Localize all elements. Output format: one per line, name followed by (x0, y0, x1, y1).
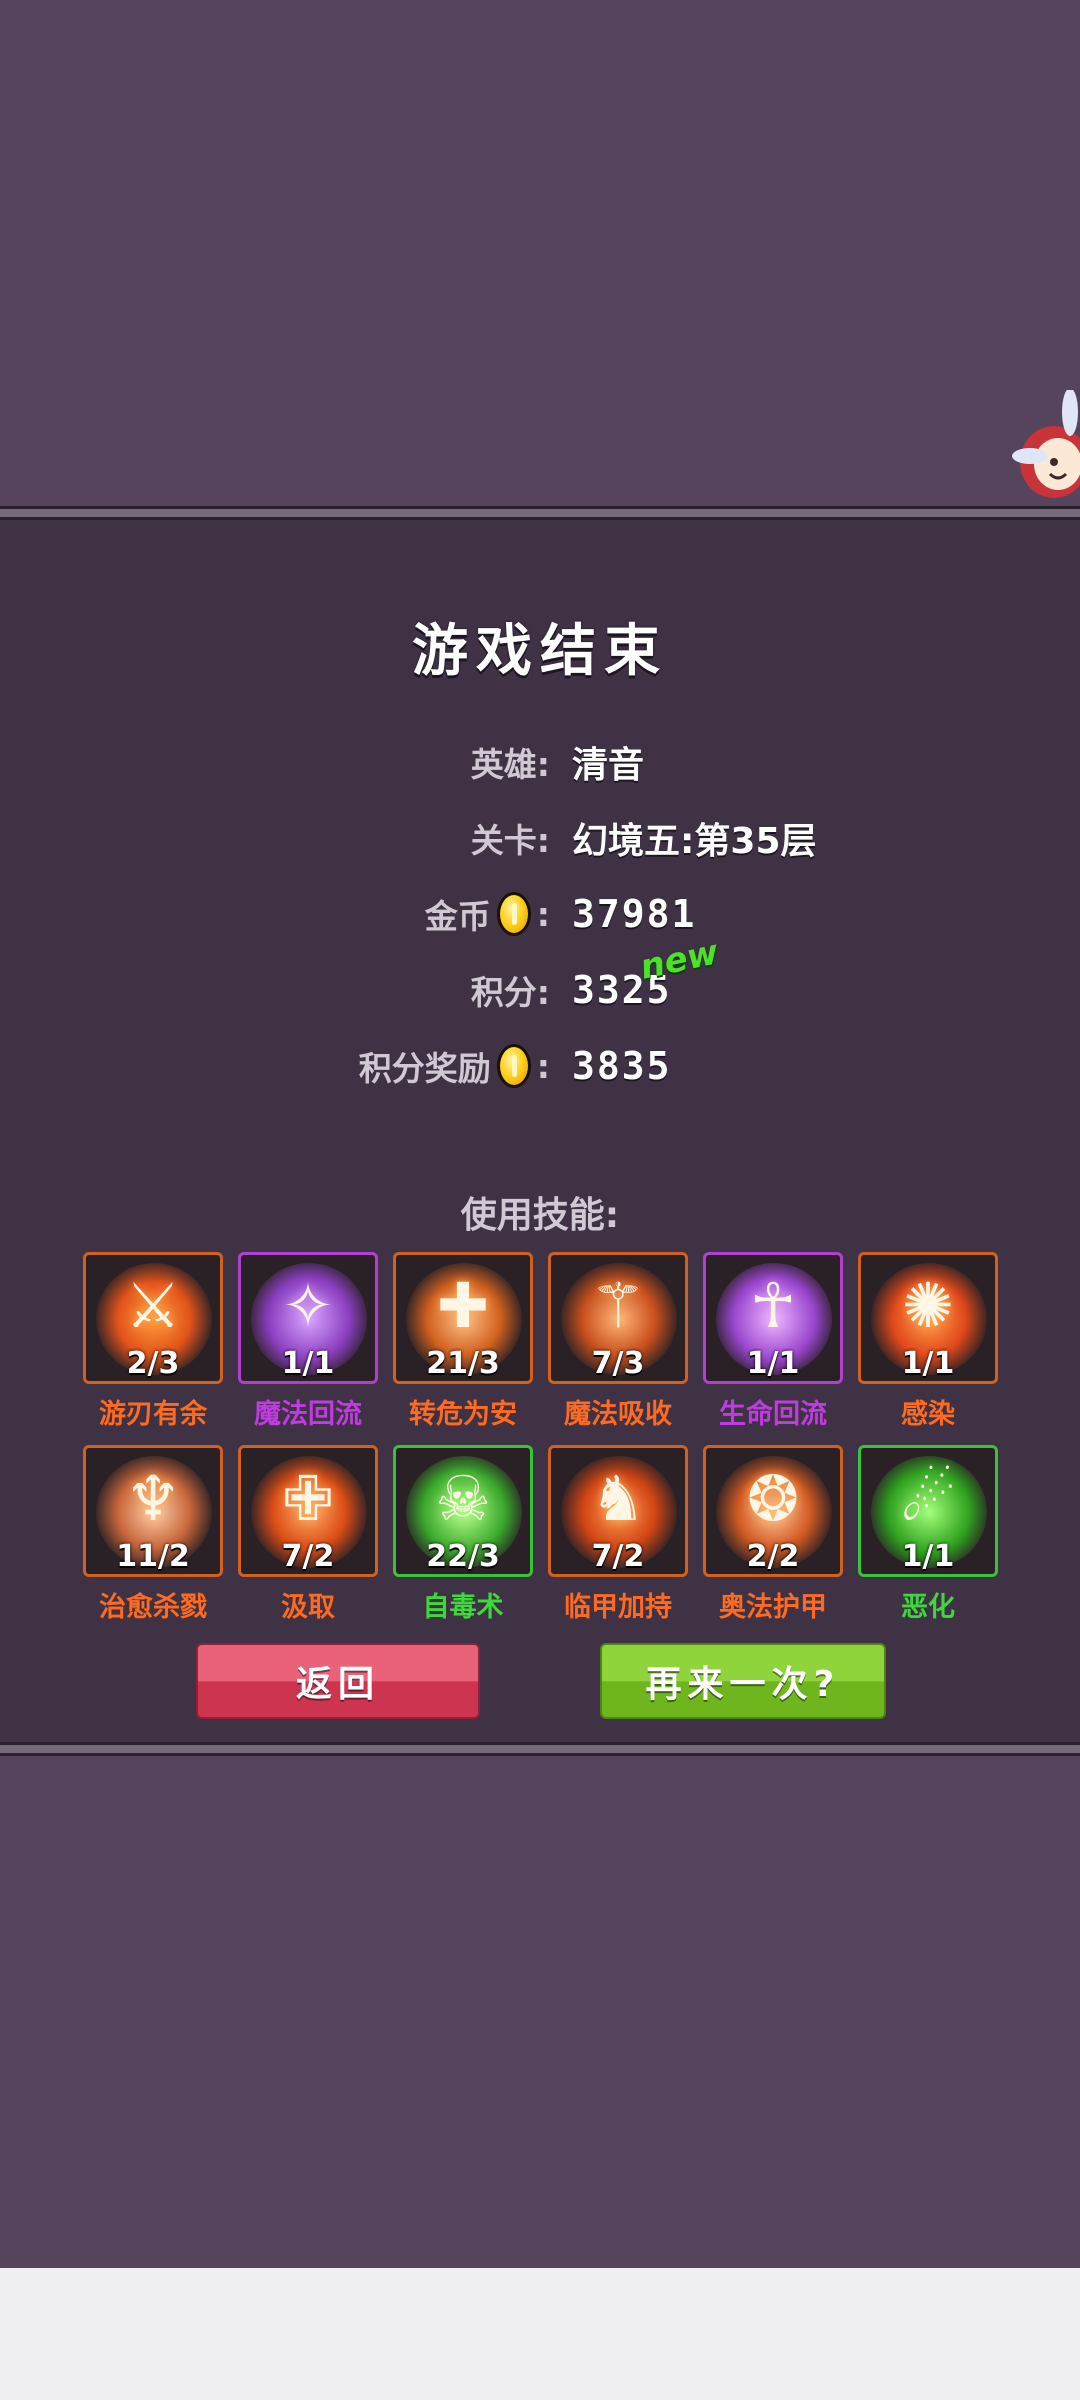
safety-cross-icon: ✚ (437, 1269, 489, 1342)
skill-count: 1/1 (746, 1346, 800, 1381)
skill-name: 魔法吸收 (564, 1399, 672, 1430)
gold-value: 37981 (572, 892, 697, 936)
skill-count: 21/3 (426, 1346, 500, 1381)
skill-item[interactable]: ☠ 22/3 自毒术 (393, 1445, 533, 1625)
hero-label: 英雄: (470, 745, 550, 784)
level-value: 幻境五:第35层 (572, 821, 817, 862)
level-label: 关卡: (470, 821, 550, 860)
magic-flow-icon: ✧ (282, 1269, 334, 1342)
splatter-icon: ✺ (902, 1269, 954, 1342)
skill-count: 7/2 (591, 1539, 645, 1574)
stat-row-hero: 英雄: 清音 (0, 732, 1080, 792)
caduceus-icon: ⚚ (590, 1269, 646, 1342)
skill-count: 1/1 (901, 1346, 955, 1381)
skills-heading: 使用技能: (460, 1195, 620, 1236)
gold-colon: : (536, 894, 550, 934)
skill-item[interactable]: ♞ 7/2 临甲加持 (548, 1445, 688, 1625)
skill-count: 11/2 (116, 1539, 190, 1574)
skill-item[interactable]: ⚚ 7/3 魔法吸收 (548, 1252, 688, 1432)
retry-button[interactable]: 再来一次? (600, 1643, 886, 1719)
back-button[interactable]: 返回 (196, 1643, 480, 1719)
skill-item[interactable]: ☄ 1/1 恶化 (858, 1445, 998, 1625)
skill-count: 1/1 (901, 1539, 955, 1574)
stat-row-gold: 金币 : 37981 (0, 884, 1080, 944)
skill-item[interactable]: ⚔ 2/3 游刃有余 (83, 1252, 223, 1432)
skill-count: 7/2 (281, 1539, 335, 1574)
life-flow-icon: ☥ (749, 1269, 797, 1342)
arcane-shield-icon: ❂ (747, 1462, 799, 1535)
bonus-value: 3835 (572, 1044, 672, 1088)
skill-item[interactable]: ☥ 1/1 生命回流 (703, 1252, 843, 1432)
bonus-coin-icon (496, 1044, 531, 1088)
skill-name: 生命回流 (719, 1399, 827, 1430)
skill-name: 感染 (901, 1399, 955, 1430)
page-title: 游戏结束 (412, 619, 668, 684)
dripping-slime-icon: ☄ (900, 1462, 956, 1535)
skill-name: 奥法护甲 (719, 1592, 827, 1623)
drain-cross-icon: ✙ (282, 1462, 334, 1535)
stat-row-score: 积分: 3325 (0, 960, 1080, 1020)
skill-item[interactable]: ♆ 11/2 治愈杀戮 (83, 1445, 223, 1625)
skill-name: 魔法回流 (254, 1399, 362, 1430)
gold-coin-icon (496, 892, 531, 936)
skill-count: 22/3 (426, 1539, 500, 1574)
panel-top-border (0, 506, 1080, 520)
sword-swirl-icon: ⚔ (125, 1269, 181, 1342)
bonus-colon: : (536, 1046, 550, 1086)
skill-item[interactable]: ✚ 21/3 转危为安 (393, 1252, 533, 1432)
skill-name: 治愈杀戮 (99, 1592, 207, 1623)
skill-count: 2/2 (746, 1539, 800, 1574)
skill-name: 转危为安 (409, 1399, 517, 1430)
skill-count: 2/3 (126, 1346, 180, 1381)
bonus-label-group: 积分奖励 : (359, 1036, 550, 1096)
panel-bottom-border (0, 1742, 1080, 1756)
skill-item[interactable]: ✧ 1/1 魔法回流 (238, 1252, 378, 1432)
gold-label-group: 金币 : (425, 884, 550, 944)
poison-skull-icon: ☠ (435, 1462, 491, 1535)
skill-name: 自毒术 (422, 1592, 504, 1623)
skill-item[interactable]: ❂ 2/2 奥法护甲 (703, 1445, 843, 1625)
stat-row-level: 关卡: 幻境五:第35层 (0, 808, 1080, 868)
skill-name: 恶化 (901, 1592, 955, 1623)
skill-count: 1/1 (281, 1346, 335, 1381)
score-label: 积分: (470, 973, 550, 1012)
hero-value: 清音 (572, 745, 645, 786)
bonus-label: 积分奖励 (358, 1049, 491, 1088)
skill-count: 7/3 (591, 1346, 645, 1381)
running-figure-icon: ♞ (590, 1462, 646, 1535)
skill-name: 临甲加持 (564, 1592, 672, 1623)
healing-figure-icon: ♆ (125, 1462, 181, 1535)
stat-row-bonus: 积分奖励 : 3835 (0, 1036, 1080, 1096)
skill-item[interactable]: ✙ 7/2 汲取 (238, 1445, 378, 1625)
gold-label: 金币 (424, 897, 491, 936)
skill-item[interactable]: ✺ 1/1 感染 (858, 1252, 998, 1432)
skill-name: 游刃有余 (99, 1399, 207, 1430)
skill-name: 汲取 (281, 1592, 335, 1623)
